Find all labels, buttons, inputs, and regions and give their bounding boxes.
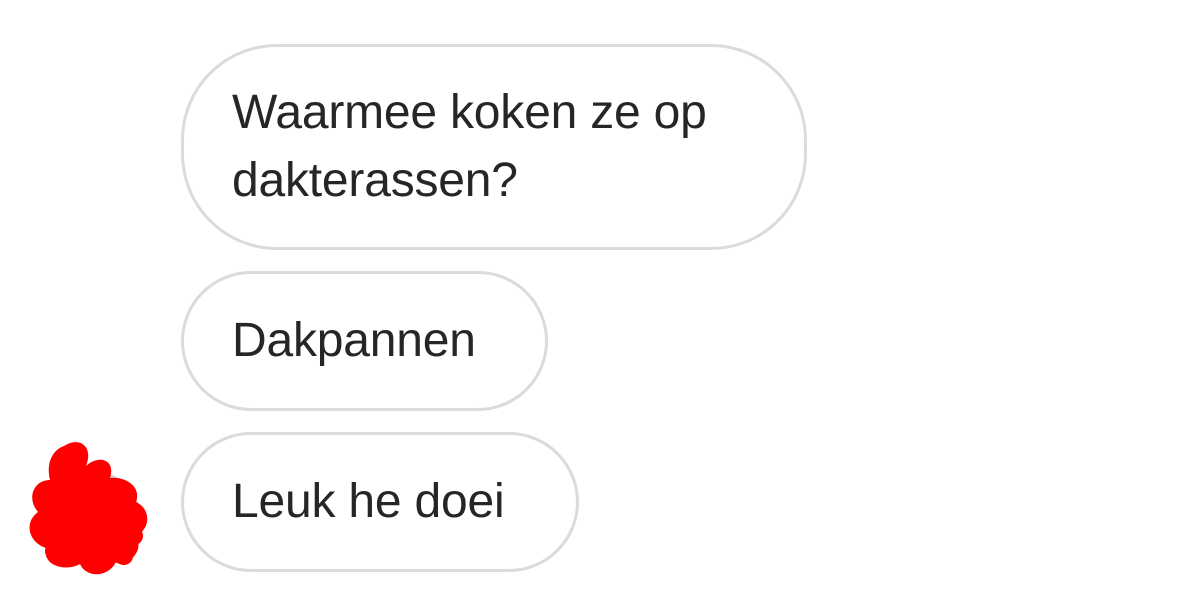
message-bubble-3[interactable]: Leuk he doei	[181, 432, 579, 572]
message-text-1: Waarmee koken ze op dakterassen?	[232, 86, 707, 207]
message-text-3: Leuk he doei	[232, 475, 505, 528]
message-bubble-1[interactable]: Waarmee koken ze op dakterassen?	[181, 44, 807, 250]
message-thread: Waarmee koken ze op dakterassen? Dakpann…	[0, 0, 1200, 607]
message-text-2: Dakpannen	[232, 314, 476, 367]
avatar-redaction-scribble	[29, 442, 148, 575]
redacted-avatar-icon[interactable]	[24, 436, 152, 578]
message-bubble-2[interactable]: Dakpannen	[181, 271, 548, 411]
